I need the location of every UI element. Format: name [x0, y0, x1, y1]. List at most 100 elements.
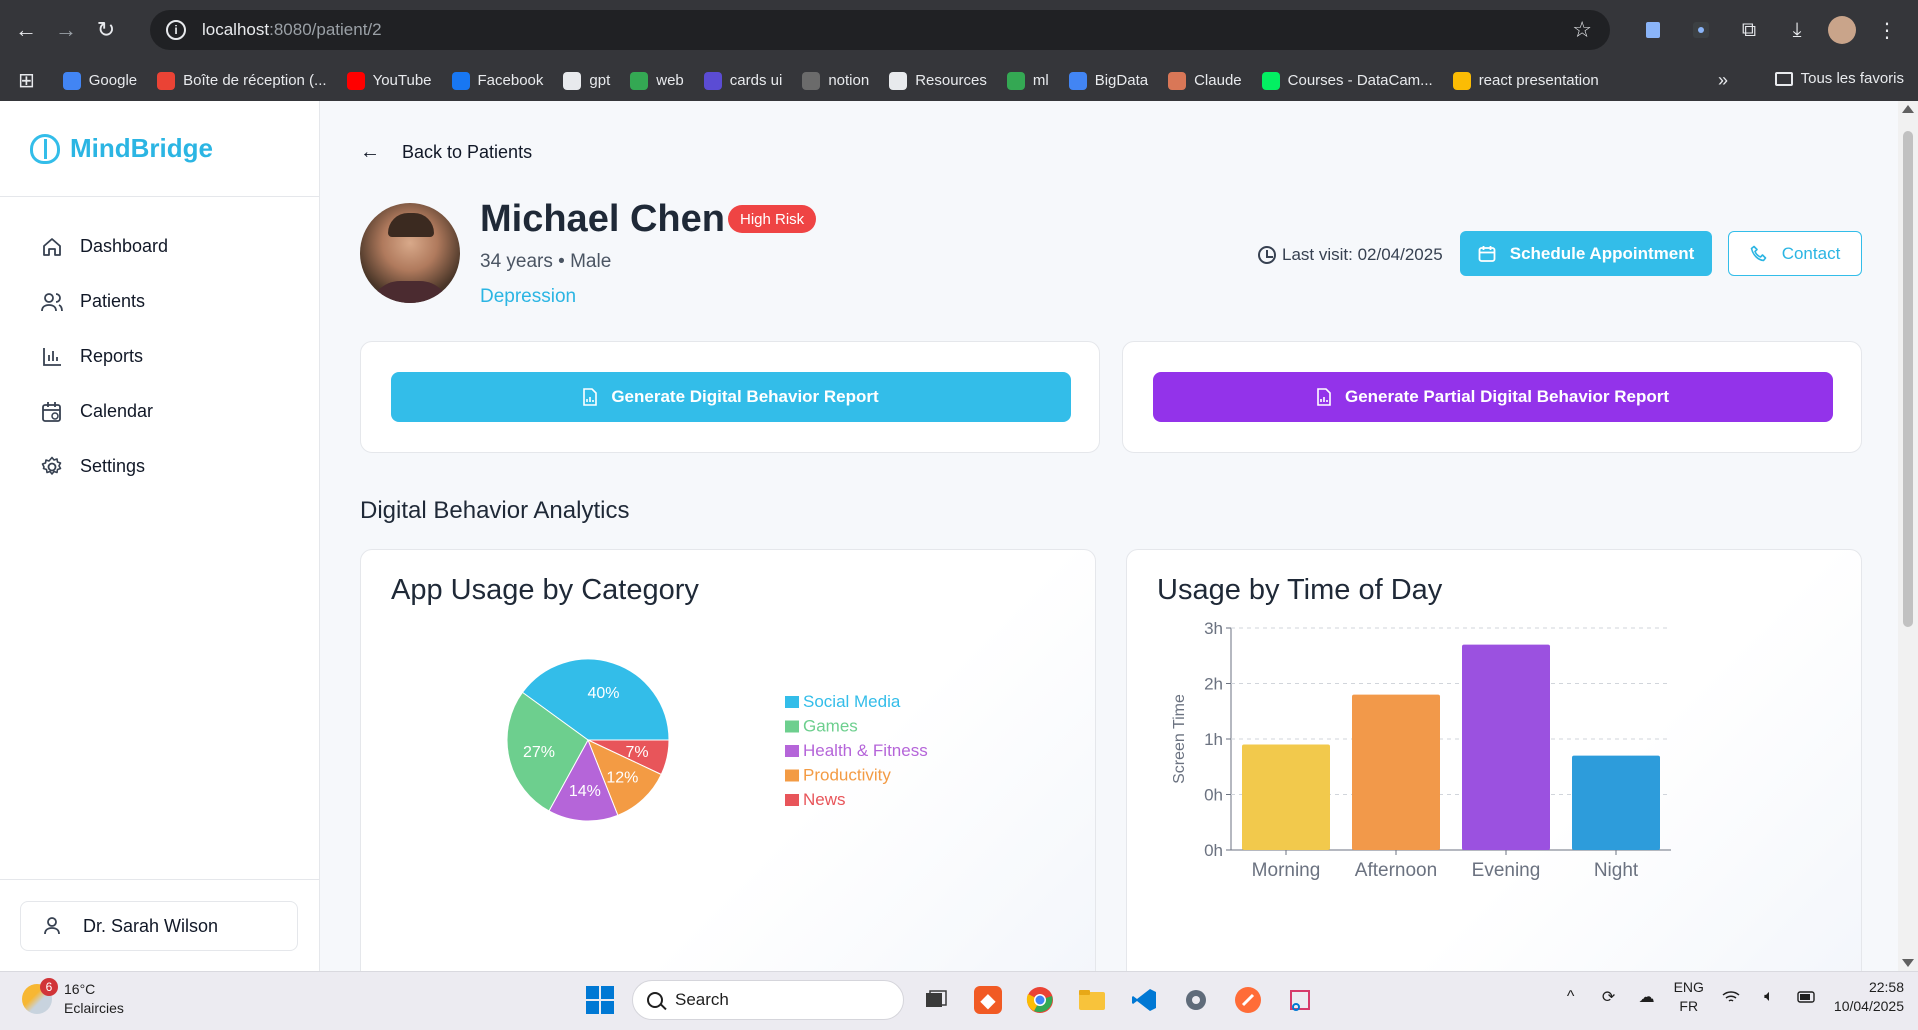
- sidebar: MindBridge Dashboard Patients Reports Calen…: [0, 101, 320, 971]
- sidebar-divider: [0, 879, 320, 880]
- bookmark-favicon-icon: [1006, 71, 1025, 90]
- document-icon: [583, 388, 598, 406]
- bookmark-item[interactable]: YouTube: [346, 71, 432, 90]
- volume-icon[interactable]: 🔈︎: [1758, 986, 1780, 1008]
- legend-label[interactable]: News: [803, 790, 846, 809]
- postman-icon[interactable]: [1228, 980, 1268, 1020]
- bar[interactable]: [1462, 644, 1550, 850]
- users-icon: [40, 290, 64, 314]
- bookmark-favicon-icon: [889, 71, 908, 90]
- generate-partial-report-button[interactable]: Generate Partial Digital Behavior Report: [1153, 372, 1833, 422]
- sidebar-item-calendar[interactable]: Calendar: [0, 384, 319, 439]
- bookmarks-more-icon[interactable]: »: [1718, 70, 1728, 91]
- chrome-icon[interactable]: [1020, 980, 1060, 1020]
- back-arrow-icon[interactable]: ←: [6, 10, 46, 50]
- sidebar-item-reports[interactable]: Reports: [0, 329, 319, 384]
- system-clock[interactable]: 22:58 10/04/2025: [1834, 978, 1904, 1016]
- chevron-up-icon[interactable]: ^: [1560, 986, 1582, 1008]
- screen-reader-icon[interactable]: [1684, 13, 1718, 47]
- bar[interactable]: [1242, 744, 1330, 850]
- bookmark-item[interactable]: Facebook: [451, 71, 543, 90]
- profile-avatar[interactable]: [1828, 16, 1856, 44]
- scroll-down-icon[interactable]: [1902, 959, 1914, 967]
- back-arrow-icon: ←: [360, 141, 380, 163]
- bookmark-item[interactable]: notion: [802, 71, 869, 90]
- file-explorer-icon[interactable]: [1072, 980, 1112, 1020]
- settings-app-icon[interactable]: [1176, 980, 1216, 1020]
- brand[interactable]: MindBridge: [0, 101, 319, 197]
- legend-label[interactable]: Health & Fitness: [803, 741, 928, 760]
- battery-icon[interactable]: [1796, 986, 1818, 1008]
- schedule-appointment-button[interactable]: Schedule Appointment: [1460, 231, 1712, 276]
- sidebar-item-settings[interactable]: Settings: [0, 439, 319, 494]
- reload-icon[interactable]: ↻: [86, 10, 126, 50]
- scroll-thumb[interactable]: [1903, 131, 1913, 627]
- bookmark-star-icon[interactable]: ☆: [1572, 17, 1592, 43]
- legend-swatch: [785, 769, 799, 782]
- sidebar-item-label: Patients: [80, 291, 146, 311]
- puzzle-icon[interactable]: ⧉: [1732, 13, 1766, 47]
- bookmark-item[interactable]: Claude: [1168, 71, 1242, 90]
- weather-icon: 6: [22, 978, 58, 1014]
- legend-label[interactable]: Social Media: [803, 692, 901, 711]
- generate-partial-report-label: Generate Partial Digital Behavior Report: [1344, 387, 1670, 406]
- bookmark-item[interactable]: Boîte de réception (...: [157, 71, 327, 90]
- url-text[interactable]: localhost:8080/patient/2: [202, 20, 382, 40]
- legend-label[interactable]: Productivity: [803, 766, 891, 785]
- bookmark-favicon-icon: [1452, 71, 1471, 90]
- bookmark-item[interactable]: web: [630, 71, 684, 90]
- task-view-icon[interactable]: [916, 980, 956, 1020]
- sidebar-item-label: Dashboard: [80, 236, 169, 256]
- weather-text: 16°C Eclaircies: [64, 980, 124, 1018]
- contact-button[interactable]: Contact: [1728, 231, 1862, 276]
- page-scrollbar[interactable]: [1898, 101, 1918, 971]
- generate-report-button[interactable]: Generate Digital Behavior Report: [391, 372, 1071, 422]
- start-windows-icon[interactable]: [580, 980, 620, 1020]
- bookmark-favicon-icon: [630, 71, 649, 90]
- vscode-icon[interactable]: [1124, 980, 1164, 1020]
- cloud-off-icon[interactable]: ☁: [1636, 986, 1658, 1008]
- clock-date: 10/04/2025: [1833, 998, 1904, 1014]
- language-switch[interactable]: ENG FR: [1674, 978, 1704, 1016]
- wifi-icon[interactable]: [1720, 986, 1742, 1008]
- bar-chart-icon: [40, 345, 64, 369]
- bookmark-item[interactable]: gpt: [563, 71, 610, 90]
- site-info-icon[interactable]: i: [166, 20, 186, 40]
- scroll-up-icon[interactable]: [1902, 105, 1914, 113]
- bookmark-item[interactable]: react presentation: [1452, 71, 1599, 90]
- address-bar[interactable]: i localhost:8080/patient/2 ☆: [150, 10, 1610, 50]
- back-to-patients-link[interactable]: ← Back to Patients: [360, 141, 532, 164]
- sidebar-item-patients[interactable]: Patients: [0, 274, 319, 329]
- bar[interactable]: [1352, 694, 1440, 850]
- bookmark-item[interactable]: cards ui: [703, 71, 783, 90]
- bookmark-label: cards ui: [729, 72, 783, 89]
- search-icon: [647, 992, 663, 1008]
- snipping-tool-icon[interactable]: [1280, 980, 1320, 1020]
- apps-grid-icon[interactable]: ⊞: [18, 68, 35, 93]
- weather-widget[interactable]: 6 16°C Eclaircies: [22, 978, 124, 1018]
- sidebar-item-dashboard[interactable]: Dashboard: [0, 219, 319, 274]
- bookmark-item[interactable]: Resources: [889, 71, 987, 90]
- bookmark-item[interactable]: Courses - DataCam...: [1261, 71, 1433, 90]
- app-orange-icon[interactable]: ◆: [974, 986, 1002, 1014]
- all-favorites[interactable]: Tous les favoris: [1774, 70, 1904, 87]
- sidebar-item-label: Settings: [80, 456, 146, 476]
- bar[interactable]: [1572, 755, 1660, 850]
- bookmark-item[interactable]: BigData: [1068, 71, 1148, 90]
- legend-label[interactable]: Games: [803, 717, 858, 736]
- x-tick-label: Afternoon: [1355, 860, 1437, 881]
- folder-icon: [1774, 71, 1793, 86]
- sync-icon[interactable]: ⟳: [1598, 986, 1620, 1008]
- y-tick-label: 2h: [1204, 675, 1223, 694]
- sidebar-item-label: Reports: [80, 346, 144, 366]
- y-tick-label: 3h: [1204, 619, 1223, 638]
- bookmark-item[interactable]: Google: [62, 71, 137, 90]
- extension-icon[interactable]: [1636, 13, 1670, 47]
- download-icon[interactable]: ⤓: [1780, 13, 1814, 47]
- bookmark-favicon-icon: [346, 71, 365, 90]
- taskbar-search[interactable]: Search: [632, 980, 904, 1020]
- menu-dots-icon[interactable]: ⋮: [1870, 13, 1904, 47]
- bookmark-item[interactable]: ml: [1006, 71, 1049, 90]
- current-user[interactable]: Dr. Sarah Wilson: [20, 901, 298, 951]
- forward-arrow-icon[interactable]: →: [46, 10, 86, 50]
